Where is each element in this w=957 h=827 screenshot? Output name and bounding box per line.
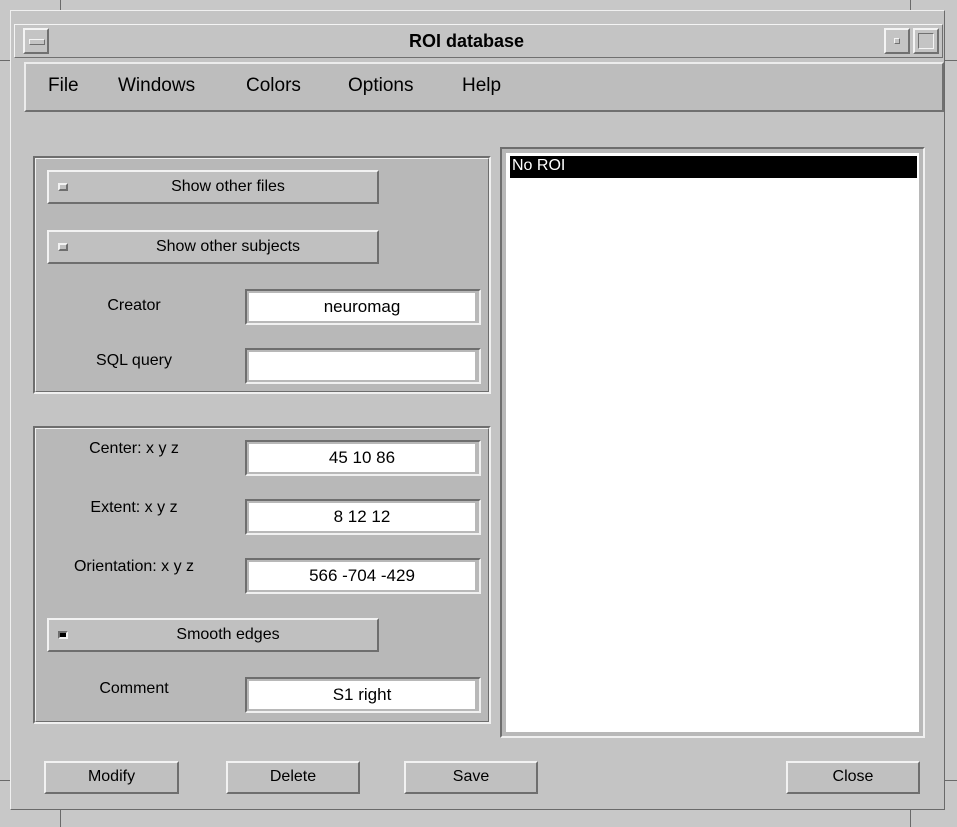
frame-tick: [945, 60, 957, 61]
smooth-edges-label: Smooth edges: [176, 626, 280, 643]
frame-tick: [910, 0, 911, 10]
menu-windows[interactable]: Windows: [118, 75, 195, 97]
window-menu-button[interactable]: [23, 28, 49, 54]
creator-input[interactable]: [249, 293, 475, 321]
smooth-edges-toggle[interactable]: Smooth edges: [47, 618, 379, 652]
show-other-subjects-label: Show other subjects: [155, 238, 301, 255]
minimize-button[interactable]: [884, 28, 910, 54]
frame-tick: [910, 810, 911, 827]
show-other-files-toggle[interactable]: Show other files: [47, 170, 379, 204]
roi-list-item[interactable]: No ROI: [510, 156, 917, 178]
show-other-files-indicator: [58, 183, 68, 191]
show-other-files-label: Show other files: [171, 178, 285, 195]
minimize-icon: [894, 38, 900, 44]
creator-label: Creator: [107, 297, 161, 314]
modify-button[interactable]: Modify: [44, 761, 179, 794]
center-field-frame: [245, 440, 481, 476]
filter-panel: Show other files Show other subjects Cre…: [33, 156, 491, 394]
maximize-button[interactable]: [913, 28, 939, 54]
extent-input[interactable]: [249, 503, 475, 531]
sql-query-field-frame: [245, 348, 481, 384]
roi-parameters-panel: Center: x y z Extent: x y z Orientation:…: [33, 426, 491, 724]
show-other-subjects-toggle[interactable]: Show other subjects: [47, 230, 379, 264]
orientation-input[interactable]: [249, 562, 475, 590]
window-menu-icon: [29, 39, 45, 45]
close-button[interactable]: Close: [786, 761, 920, 794]
sql-query-label: SQL query: [96, 352, 172, 369]
menu-options[interactable]: Options: [348, 75, 413, 97]
center-label: Center: x y z: [89, 440, 179, 457]
comment-field-frame: [245, 677, 481, 713]
orientation-field-frame: [245, 558, 481, 594]
menu-bar: File Windows Colors Options Help: [24, 62, 944, 112]
show-other-subjects-indicator: [58, 243, 68, 251]
delete-button[interactable]: Delete: [226, 761, 360, 794]
menu-file[interactable]: File: [48, 75, 79, 97]
frame-tick: [60, 810, 61, 827]
frame-tick: [0, 60, 10, 61]
center-input[interactable]: [249, 444, 475, 472]
menu-colors[interactable]: Colors: [246, 75, 301, 97]
creator-field-frame: [245, 289, 481, 325]
frame-tick: [60, 0, 61, 10]
comment-label: Comment: [99, 680, 169, 697]
frame-tick: [945, 780, 957, 781]
smooth-edges-indicator: [58, 631, 68, 639]
extent-label: Extent: x y z: [90, 499, 178, 516]
roi-list[interactable]: No ROI: [506, 153, 919, 732]
roi-list-frame: No ROI: [500, 147, 925, 738]
frame-tick: [0, 780, 10, 781]
extent-field-frame: [245, 499, 481, 535]
maximize-icon: [918, 33, 934, 49]
orientation-label: Orientation: x y z: [73, 558, 195, 575]
title-bar[interactable]: ROI database: [14, 24, 943, 58]
sql-query-input[interactable]: [249, 352, 475, 380]
menu-help[interactable]: Help: [462, 75, 501, 97]
comment-input[interactable]: [249, 681, 475, 709]
window-title: ROI database: [408, 31, 525, 51]
save-button[interactable]: Save: [404, 761, 538, 794]
